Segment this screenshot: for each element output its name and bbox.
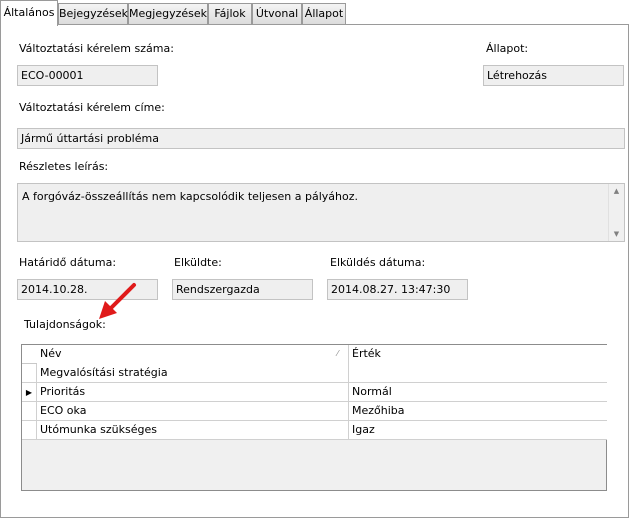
sort-icon: ⁄ [337,349,339,358]
tab-allapot[interactable]: Állapot [302,3,346,24]
eco-number-label: Változtatási kérelem száma: [19,42,174,55]
tab-megjegyzesek[interactable]: Megjegyzések [128,3,208,24]
tab-utvonal[interactable]: Útvonal [252,3,302,24]
property-value-cell[interactable]: Normál [349,383,607,402]
scroll-up-icon[interactable]: ▲ [609,184,624,198]
description-scrollbar[interactable]: ▲ ▼ [608,184,624,241]
status-label: Állapot: [486,42,529,55]
property-value-cell[interactable] [349,364,607,383]
tab-strip: Általános Bejegyzések Megjegyzések Fájlo… [0,0,632,26]
properties-label: Tulajdonságok: [24,318,106,331]
description-textarea[interactable]: A forgóváz-összeállítás nem kapcsolódik … [17,183,625,242]
property-value-cell[interactable]: Mezőhiba [349,402,607,421]
eco-title-label: Változtatási kérelem címe: [19,101,165,114]
description-label: Részletes leírás: [19,160,109,173]
sender-field[interactable]: Rendszergazda [172,279,313,300]
column-header-name[interactable]: Név [37,345,349,364]
eco-title-field[interactable]: Jármű úttartási probléma [17,128,625,149]
tab-altalanos[interactable]: Általános [0,0,58,26]
sent-date-label: Elküldés dátuma: [330,256,426,269]
eco-number-field[interactable]: ECO-00001 [17,65,158,86]
row-selector[interactable] [22,421,37,440]
column-header-value[interactable]: Érték [349,345,607,364]
property-name-cell[interactable]: Prioritás [37,383,349,402]
tab-fajlok[interactable]: Fájlok [208,3,252,24]
tab-bejegyzesek[interactable]: Bejegyzések [58,3,128,24]
properties-grid-header: Név ⁄ Érték [22,345,607,364]
property-name-cell[interactable]: Megvalósítási stratégia [37,364,349,383]
deadline-label: Határidő dátuma: [19,256,117,269]
description-text: A forgóváz-összeállítás nem kapcsolódik … [22,190,359,203]
property-value-cell[interactable]: Igaz [349,421,607,440]
scroll-down-icon[interactable]: ▼ [609,227,624,241]
properties-grid: Név ⁄ Érték Megvalósítási stratégia ▶ Pr… [21,344,607,491]
row-selector[interactable] [22,364,37,383]
property-name-cell[interactable]: ECO oka [37,402,349,421]
current-row-indicator-icon[interactable]: ▶ [22,383,37,402]
sender-label: Elküldte: [174,256,222,269]
red-arrow-icon [99,283,136,319]
sent-date-field[interactable]: 2014.08.27. 13:47:30 [327,279,468,300]
status-field[interactable]: Létrehozás [483,65,624,86]
row-selector[interactable] [22,402,37,421]
property-name-cell[interactable]: Utómunka szükséges [37,421,349,440]
